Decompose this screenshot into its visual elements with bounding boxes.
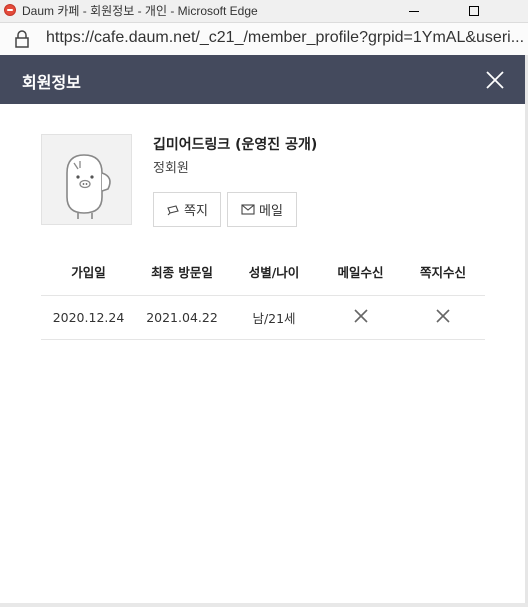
avatar: [41, 134, 132, 225]
modal-title: 회원정보: [22, 73, 81, 92]
member-profile-page: 회원정보 깁미어드링크 (운영진 공개) 정회원 쪽지 메일 가입일 최종 방문…: [0, 55, 525, 603]
minimize-button[interactable]: [392, 0, 436, 22]
send-note-button[interactable]: 쪽지: [153, 192, 221, 227]
window-bottom-edge: [0, 603, 528, 607]
gender-age: 남/21세: [252, 311, 296, 326]
joined-date: 2020.12.24: [52, 310, 125, 325]
member-info-table: 가입일 최종 방문일 성별/나이 메일수신 쪽지수신 2020.12.24 20…: [41, 255, 485, 340]
mail-receive-status: [320, 309, 401, 326]
member-nickname: 깁미어드링크 (운영진 공개): [153, 137, 318, 153]
send-mail-label: 메일: [259, 204, 283, 219]
mail-icon: [241, 204, 255, 215]
avatar-character-image: [66, 154, 111, 219]
send-note-label: 쪽지: [184, 204, 208, 219]
url-text[interactable]: https://cafe.daum.net/_c21_/member_profi…: [46, 29, 524, 47]
lock-icon: [15, 30, 29, 48]
header-joined: 가입일: [71, 265, 106, 280]
daum-app-icon: [4, 4, 16, 16]
header-note-receive: 쪽지수신: [419, 265, 466, 280]
minimize-icon: [409, 10, 419, 12]
member-grade: 정회원: [153, 161, 189, 176]
x-icon: [353, 309, 368, 323]
x-icon: [436, 309, 450, 323]
send-mail-button[interactable]: 메일: [227, 192, 297, 227]
close-icon[interactable]: [482, 67, 508, 93]
note-receive-status: [401, 309, 485, 326]
maximize-button[interactable]: [452, 0, 496, 22]
last-visit-date: 2021.04.22: [146, 310, 218, 325]
header-last-visit: 최종 방문일: [151, 265, 213, 280]
header-gender-age: 성별/나이: [248, 265, 300, 280]
address-bar: https://cafe.daum.net/_c21_/member_profi…: [0, 23, 528, 56]
window-title: Daum 카페 - 회원정보 - 개인 - Microsoft Edge: [22, 4, 258, 18]
info-header-row: 가입일 최종 방문일 성별/나이 메일수신 쪽지수신: [41, 255, 485, 296]
info-value-row: 2020.12.24 2021.04.22 남/21세: [41, 296, 485, 340]
window-titlebar: Daum 카페 - 회원정보 - 개인 - Microsoft Edge: [0, 0, 528, 23]
modal-header: 회원정보: [0, 55, 525, 104]
header-mail-receive: 메일수신: [337, 265, 384, 280]
note-icon: [167, 204, 179, 215]
maximize-icon: [469, 6, 479, 16]
